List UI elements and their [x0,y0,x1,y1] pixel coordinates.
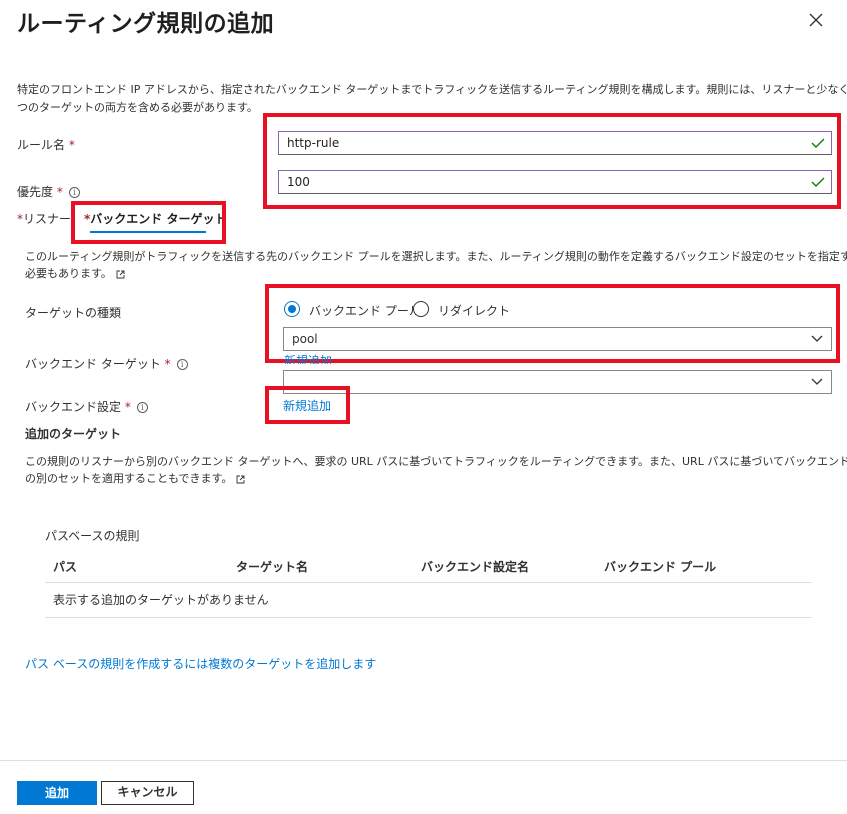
column-header-path: パス [53,560,78,574]
backend-settings-label: バックエンド設定 * i [25,398,148,415]
new-add-link-partial[interactable]: 新規追加 [284,352,332,364]
add-multiple-targets-link[interactable]: パス ベースの規則を作成するには複数のターゲットを追加します [25,655,376,672]
description-line-2: つのターゲットの両方を含める必要があります。 [17,101,258,114]
column-header-backend-settings-name: バックエンド設定名 [421,560,530,574]
column-header-backend-pool: バックエンド プール [604,560,717,574]
target-type-label: ターゲットの種類 [25,306,122,320]
backend-description-line-2: 必要もあります。 [25,264,125,283]
external-link-icon[interactable] [236,475,245,484]
footer-divider [0,760,847,761]
info-icon[interactable]: i [136,402,148,413]
path-rules-title: パスベースの規則 [45,529,140,543]
table-divider [45,582,812,583]
highlight-box-new-add [265,386,350,424]
description-line-1: 特定のフロントエンド IP アドレスから、指定されたバックエンド ターゲットまで… [17,83,847,96]
add-button[interactable]: 追加 [17,781,97,805]
tab-listener[interactable]: *リスナー [17,210,71,227]
backend-description-line-1: このルーティング規則がトラフィックを送信する先のバックエンド プールを選択します… [25,250,847,263]
external-link-icon[interactable] [116,270,125,279]
chevron-down-icon [811,378,823,385]
page-title: ルーティング規則の追加 [17,11,275,37]
info-icon[interactable]: i [176,359,188,370]
column-header-target-name: ターゲット名 [236,560,309,574]
cancel-button[interactable]: キャンセル [101,781,194,805]
table-empty-text: 表示する追加のターゲットがありません [53,593,269,607]
highlight-box-inputs [263,113,841,209]
close-icon[interactable] [806,10,826,30]
priority-label: 優先度 * i [17,183,80,200]
rule-name-label: ルール名 * [17,138,75,152]
highlight-box-target [265,284,840,363]
highlight-box-tab [71,201,226,244]
table-divider [45,617,812,618]
additional-description-line-2: の別のセットを適用することもできます。 [25,469,245,488]
backend-settings-select[interactable] [283,370,832,394]
info-icon[interactable]: i [68,187,80,198]
additional-targets-heading: 追加のターゲット [25,427,122,441]
backend-target-label: バックエンド ターゲット * i [25,355,188,372]
